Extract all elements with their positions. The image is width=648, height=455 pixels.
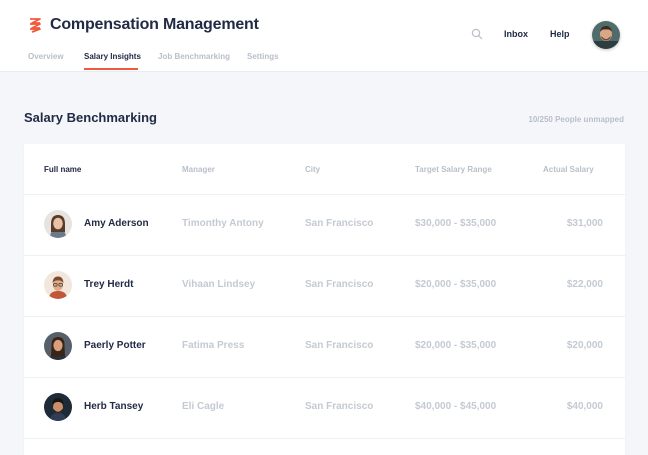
row-city: San Francisco xyxy=(305,218,374,229)
column-header-actual-salary[interactable]: Actual Salary xyxy=(543,165,594,174)
row-manager: Vihaan Lindsey xyxy=(182,279,256,290)
avatar xyxy=(44,332,72,360)
table-row[interactable]: Paerly Potter Fatima Press San Francisco… xyxy=(24,316,625,377)
row-city: San Francisco xyxy=(305,279,374,290)
row-city: San Francisco xyxy=(305,401,374,412)
tab-job-benchmarking[interactable]: Job Benchmarking xyxy=(158,52,230,61)
avatar xyxy=(44,210,72,238)
app-title: Compensation Management xyxy=(50,16,259,33)
row-actual-salary: $20,000 xyxy=(566,340,603,351)
help-link[interactable]: Help xyxy=(550,29,570,39)
row-manager: Fatima Press xyxy=(182,340,245,351)
table-row[interactable]: Amy Aderson Timonthy Antony San Francisc… xyxy=(24,194,625,255)
row-divider xyxy=(24,438,625,439)
row-salary-range: $30,000 - $35,000 xyxy=(415,218,497,229)
row-city: San Francisco xyxy=(305,340,374,351)
avatar xyxy=(44,271,72,299)
unmapped-count[interactable]: 10/250 People unmapped xyxy=(528,115,624,124)
row-salary-range: $40,000 - $45,000 xyxy=(415,401,497,412)
row-manager: Timonthy Antony xyxy=(182,218,264,229)
row-name: Herb Tansey xyxy=(84,401,144,412)
tab-settings[interactable]: Settings xyxy=(247,52,279,61)
user-avatar[interactable] xyxy=(592,21,620,49)
tab-overview[interactable]: Overview xyxy=(28,52,64,61)
avatar xyxy=(44,393,72,421)
search-icon[interactable] xyxy=(471,28,483,40)
logo-icon xyxy=(30,18,41,33)
table-row[interactable]: Trey Herdt Vihaan Lindsey San Francisco … xyxy=(24,255,625,316)
top-header: Compensation Management Overview Salary … xyxy=(0,0,648,72)
row-name: Trey Herdt xyxy=(84,279,134,290)
row-manager: Eli Cagle xyxy=(182,401,225,412)
column-header-city[interactable]: City xyxy=(305,165,320,174)
row-name: Amy Aderson xyxy=(84,218,149,229)
column-header-target-salary-range[interactable]: Target Salary Range xyxy=(415,165,492,174)
column-header-manager[interactable]: Manager xyxy=(182,165,215,174)
row-salary-range: $20,000 - $35,000 xyxy=(415,340,497,351)
row-actual-salary: $22,000 xyxy=(566,279,603,290)
row-salary-range: $20,000 - $35,000 xyxy=(415,279,497,290)
active-tab-indicator xyxy=(84,68,138,70)
section-title: Salary Benchmarking xyxy=(24,110,157,125)
row-actual-salary: $40,000 xyxy=(566,401,603,412)
salary-table: Full name Manager City Target Salary Ran… xyxy=(24,144,625,455)
row-actual-salary: $31,000 xyxy=(566,218,603,229)
table-row[interactable]: Herb Tansey Eli Cagle San Francisco $40,… xyxy=(24,377,625,438)
inbox-link[interactable]: Inbox xyxy=(504,29,528,39)
column-header-full-name[interactable]: Full name xyxy=(44,165,81,174)
tab-salary-insights[interactable]: Salary Insights xyxy=(84,52,141,61)
row-name: Paerly Potter xyxy=(84,340,146,351)
